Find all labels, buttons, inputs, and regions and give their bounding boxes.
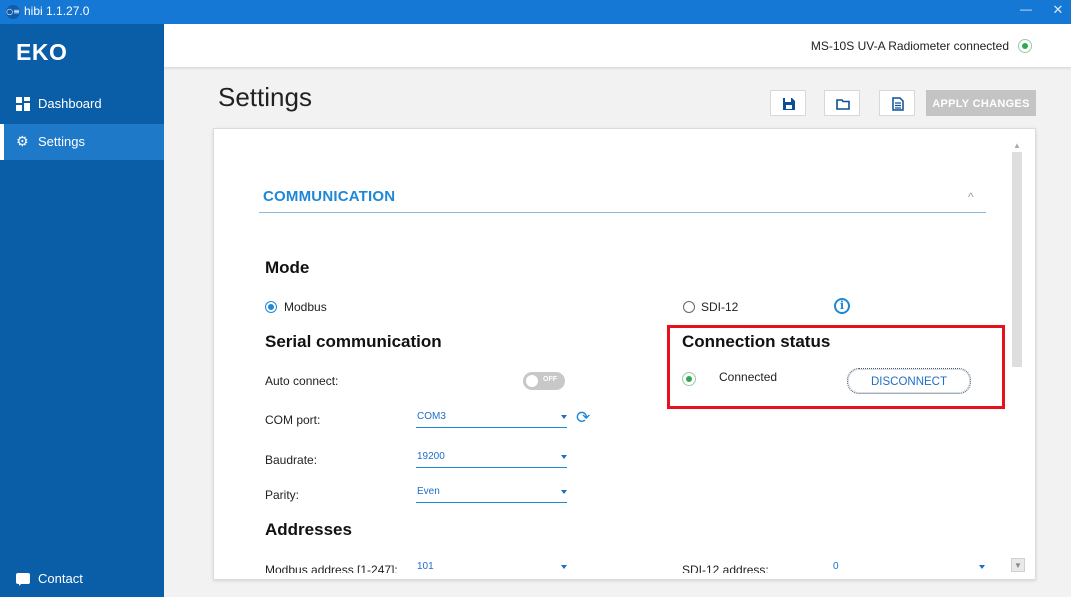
sidebar-item-dashboard[interactable]: Dashboard [0, 86, 164, 122]
sidebar-item-label: Dashboard [38, 96, 102, 111]
parity-select[interactable]: Even [416, 485, 567, 503]
page-title: Settings [218, 82, 312, 112]
com-port-label: COM port: [265, 413, 321, 427]
sdi12-radio[interactable] [683, 301, 695, 313]
modbus-label: Modbus [284, 300, 327, 314]
sidebar-item-contact[interactable]: Contact [0, 561, 164, 597]
baudrate-value: 19200 [417, 451, 445, 462]
chevron-down-icon [561, 455, 567, 459]
chevron-up-icon[interactable]: ^ [968, 190, 974, 204]
window-titlebar: ○≡ hibi 1.1.27.0 — ✕ [0, 0, 1071, 24]
active-indicator [0, 124, 4, 160]
info-icon[interactable]: i [834, 298, 850, 314]
top-header: MS-10S UV-A Radiometer connected [164, 24, 1071, 68]
serial-communication-heading: Serial communication [265, 332, 442, 351]
baudrate-select[interactable]: 19200 [416, 450, 567, 468]
document-icon [892, 97, 904, 111]
panel-bottom-edge [214, 573, 1010, 579]
section-divider [259, 212, 986, 213]
sdi12-address-value: 0 [833, 561, 839, 572]
connection-status-icon [1018, 39, 1032, 53]
save-button[interactable] [770, 90, 806, 116]
auto-connect-label: Auto connect: [265, 374, 339, 388]
open-folder-button[interactable] [824, 90, 860, 116]
chevron-down-icon [561, 415, 567, 419]
toggle-state-text: OFF [543, 376, 557, 383]
toggle-knob [526, 375, 538, 387]
export-document-button[interactable] [879, 90, 915, 116]
parity-value: Even [417, 486, 440, 497]
parity-label: Parity: [265, 488, 300, 502]
com-port-select[interactable]: COM3 [416, 410, 567, 428]
sdi12-label: SDI-12 [701, 300, 739, 314]
chat-icon [16, 573, 30, 586]
eko-logo: EKO [16, 39, 68, 65]
scrollbar-thumb[interactable] [1012, 152, 1022, 367]
dashboard-icon [16, 97, 30, 111]
gear-icon: ⚙ [16, 134, 29, 150]
modbus-radio[interactable] [265, 301, 277, 313]
addresses-heading: Addresses [265, 520, 352, 539]
close-button[interactable]: ✕ [1048, 2, 1068, 20]
highlight-annotation-box [667, 325, 1005, 409]
minimize-button[interactable]: — [1016, 2, 1036, 20]
device-connection-text: MS-10S UV-A Radiometer connected [810, 39, 1009, 53]
sidebar-item-label: Settings [38, 134, 85, 149]
modbus-address-value: 101 [417, 561, 434, 572]
save-icon [783, 98, 795, 110]
baudrate-label: Baudrate: [265, 453, 318, 467]
chevron-down-icon [561, 565, 567, 569]
communication-section-title[interactable]: COMMUNICATION [263, 188, 395, 205]
app-icon: ○≡ [6, 5, 20, 19]
apply-changes-button[interactable]: APPLY CHANGES [926, 90, 1036, 116]
chevron-down-icon [979, 565, 985, 569]
folder-icon [836, 99, 850, 110]
chevron-down-icon [561, 490, 567, 494]
mode-heading: Mode [265, 258, 310, 277]
sidebar-item-label: Contact [38, 571, 83, 586]
sidebar-item-settings[interactable]: ⚙ Settings [0, 124, 164, 160]
refresh-icon[interactable]: ⟳ [576, 410, 590, 427]
auto-connect-toggle[interactable]: OFF [523, 372, 565, 390]
scroll-down-arrow-icon[interactable]: ▼ [1011, 558, 1025, 572]
window-title: hibi 1.1.27.0 [24, 4, 90, 18]
scroll-up-arrow-icon[interactable]: ▲ [1011, 140, 1023, 152]
sidebar: EKO Dashboard ⚙ Settings Contact [0, 24, 164, 597]
com-port-value: COM3 [417, 411, 446, 422]
